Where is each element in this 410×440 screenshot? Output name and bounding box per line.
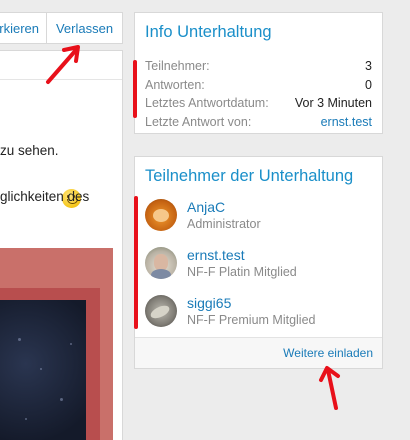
info-row-participants: Teilnehmer: 3: [145, 57, 372, 76]
info-value: 0: [365, 77, 372, 92]
mark-button[interactable]: rkieren: [0, 13, 47, 43]
info-label: Letztes Antwortdatum:: [145, 96, 269, 111]
participant-role: Administrator: [187, 216, 261, 231]
annotation-arrow-icon: [319, 366, 340, 410]
post-text-line: zu sehen.: [0, 143, 59, 158]
avatar[interactable]: [145, 247, 177, 279]
info-label: Teilnehmer:: [145, 59, 210, 74]
info-row-last-reply-by: Letzte Antwort von: ernst.test: [145, 113, 372, 132]
participant-item: ernst.test NF-F Platin Mitglied: [145, 245, 297, 281]
info-row-last-reply-date: Letztes Antwortdatum: Vor 3 Minuten: [145, 94, 372, 113]
avatar[interactable]: [145, 295, 177, 327]
participant-info: siggi65 NF-F Premium Mitglied: [187, 295, 316, 328]
info-value: Vor 3 Minuten: [294, 96, 372, 111]
participant-name-link[interactable]: ernst.test: [187, 247, 297, 264]
participant-role: NF-F Premium Mitglied: [187, 312, 316, 327]
image-dark-area: [0, 300, 86, 440]
participant-info: AnjaC Administrator: [187, 199, 261, 232]
post-text-line: glichkeiten des: [0, 189, 90, 204]
annotation-bar-participants: [134, 196, 138, 329]
participant-info: ernst.test NF-F Platin Mitglied: [187, 247, 297, 280]
image-speck: [70, 343, 72, 345]
info-label: Letzte Antwort von:: [145, 114, 252, 129]
info-list: Teilnehmer: 3 Antworten: 0 Letztes Antwo…: [145, 57, 372, 131]
participants-card: Teilnehmer der Unterhaltung AnjaC Admini…: [134, 156, 383, 369]
info-label: Antworten:: [145, 77, 205, 92]
participant-item: AnjaC Administrator: [145, 197, 261, 233]
annotation-bar-info: [133, 60, 137, 118]
participant-name-link[interactable]: AnjaC: [187, 199, 261, 216]
image-speck: [25, 418, 27, 420]
avatar[interactable]: [145, 199, 177, 231]
info-row-replies: Antworten: 0: [145, 76, 372, 95]
attached-image[interactable]: [0, 248, 113, 440]
leave-button[interactable]: Verlassen: [47, 13, 122, 43]
info-card-title: Info Unterhaltung: [145, 23, 272, 41]
info-value: 3: [365, 59, 372, 74]
annotation-arrow-icon: [46, 45, 80, 84]
participant-role: NF-F Platin Mitglied: [187, 264, 297, 279]
invite-more-link[interactable]: Weitere einladen: [283, 346, 373, 360]
conversation-info-card: Info Unterhaltung Teilnehmer: 3 Antworte…: [134, 12, 383, 134]
image-speck: [60, 398, 63, 401]
participants-card-title: Teilnehmer der Unterhaltung: [145, 167, 354, 185]
image-speck: [18, 338, 21, 341]
image-speck: [40, 368, 42, 370]
message-post: zu sehen. glichkeiten des: [0, 50, 123, 440]
participant-name-link[interactable]: siggi65: [187, 295, 316, 312]
last-reply-user-link[interactable]: ernst.test: [321, 115, 372, 129]
participant-item: siggi65 NF-F Premium Mitglied: [145, 293, 316, 329]
